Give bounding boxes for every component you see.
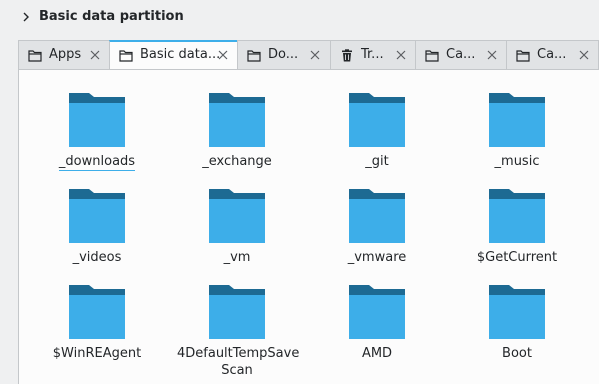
- close-icon[interactable]: [486, 49, 498, 61]
- file-name: Boot: [502, 346, 532, 361]
- tab-bar: Apps Basic data... Do... Tr... Ca... Ca.…: [18, 40, 599, 70]
- folder-icon: [69, 93, 125, 147]
- file-name: _downloads: [58, 154, 136, 171]
- file-view[interactable]: _downloads _exchange _git _music _videos: [18, 69, 599, 384]
- close-icon[interactable]: [217, 49, 229, 61]
- folder-icon: [489, 93, 545, 147]
- tab-label: Ca...: [446, 47, 476, 62]
- tab-downloads[interactable]: Do...: [237, 40, 331, 70]
- folder-icon: [349, 93, 405, 147]
- folder-icon: [349, 285, 405, 339]
- file-name: _vm: [223, 250, 251, 265]
- folder-icon: [425, 50, 439, 62]
- file-name: _git: [365, 154, 389, 169]
- file-name: AMD: [361, 346, 393, 361]
- folder-icon: [247, 50, 261, 62]
- close-icon[interactable]: [395, 49, 407, 61]
- folder-icon: [69, 285, 125, 339]
- tab-label: Do...: [268, 47, 299, 62]
- close-icon[interactable]: [578, 49, 590, 61]
- tab-label: Tr...: [361, 47, 384, 62]
- file-name: _exchange: [202, 154, 272, 169]
- location-title: Basic data partition: [39, 9, 184, 24]
- file-name: _videos: [72, 250, 122, 265]
- tab-label: Apps: [49, 47, 82, 62]
- folder-icon: [69, 189, 125, 243]
- tab-apps[interactable]: Apps: [18, 40, 110, 70]
- folder-icon: [489, 189, 545, 243]
- file-name: _music: [494, 154, 540, 169]
- tab-label: Basic data...: [140, 47, 221, 62]
- folder-icon: [349, 189, 405, 243]
- file-name: $GetCurrent: [476, 250, 558, 265]
- file-name: $WinREAgent: [52, 346, 142, 361]
- folder-icon: [209, 93, 265, 147]
- tab-ca-1[interactable]: Ca...: [415, 40, 507, 70]
- tab-trash[interactable]: Tr...: [330, 40, 416, 70]
- folder-icon: [209, 189, 265, 243]
- folder-icon: [209, 285, 265, 339]
- close-icon[interactable]: [309, 49, 321, 61]
- trash-icon: [342, 49, 352, 62]
- tab-basic-data-partition[interactable]: Basic data...: [109, 40, 238, 70]
- folder-icon: [119, 50, 133, 62]
- file-name: _vmware: [347, 250, 407, 265]
- close-icon[interactable]: [89, 49, 101, 61]
- folder-icon: [489, 285, 545, 339]
- chevron-right-icon[interactable]: [20, 11, 32, 23]
- file-name: 4DefaultTempSave Scan: [177, 346, 300, 378]
- tab-ca-2[interactable]: Ca...: [506, 40, 599, 70]
- location-header: Basic data partition: [0, 0, 599, 36]
- folder-icon: [516, 50, 530, 62]
- tab-label: Ca...: [537, 47, 567, 62]
- folder-icon: [28, 50, 42, 62]
